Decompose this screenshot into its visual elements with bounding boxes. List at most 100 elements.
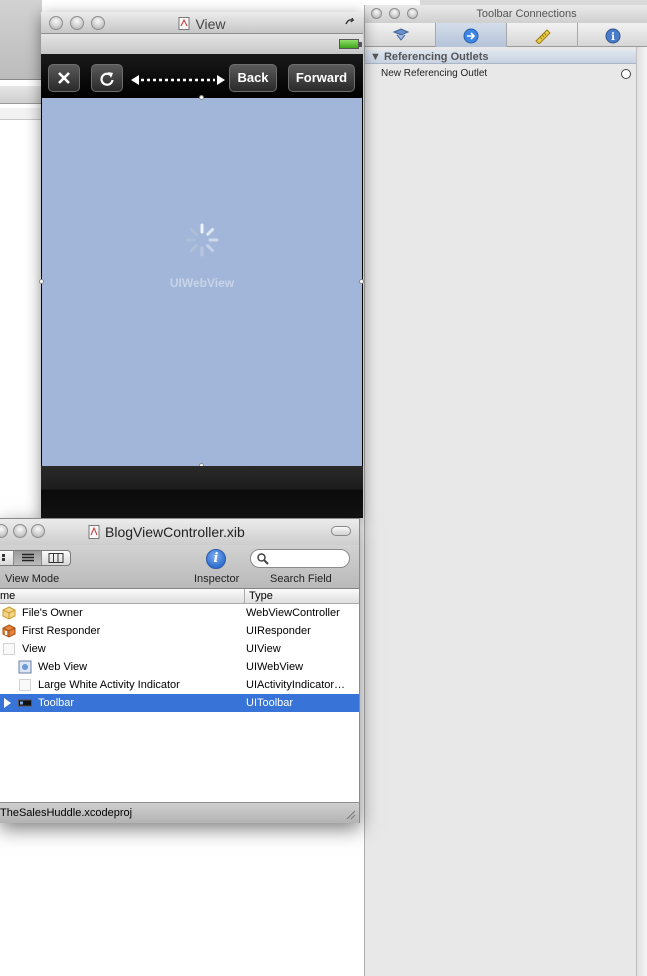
row-type: WebViewController	[246, 607, 340, 619]
stop-button[interactable]	[48, 64, 80, 92]
column-header-name[interactable]: me	[0, 590, 15, 602]
table-row[interactable]: First Responder UIResponder	[0, 622, 359, 640]
xib-status-bar: TheSalesHuddle.xcodeproj	[0, 802, 359, 823]
search-field-label: Search Field	[270, 573, 332, 585]
minimize-button[interactable]	[389, 8, 400, 19]
webview-icon	[18, 660, 32, 674]
inspector-tabs: i	[365, 23, 647, 47]
search-input[interactable]	[250, 549, 350, 568]
table-row-selected[interactable]: Toolbar UIToolbar	[0, 694, 359, 712]
size-icon	[535, 29, 551, 44]
view-mode-label: View Mode	[5, 573, 60, 585]
close-button[interactable]	[371, 8, 382, 19]
back-button[interactable]: Back	[229, 64, 277, 92]
activity-indicator-icon	[185, 223, 219, 257]
icon-view-icon	[2, 554, 5, 561]
activity-indicator-icon	[19, 679, 31, 691]
list-view-icon	[22, 553, 34, 562]
attributes-icon	[392, 28, 410, 41]
forward-button[interactable]: Forward	[288, 64, 355, 92]
background-window-toolbar	[0, 0, 42, 80]
rotate-icon[interactable]	[345, 18, 355, 26]
inspector-titlebar[interactable]: Toolbar Connections	[365, 5, 647, 23]
connections-inspector: Toolbar Connections i ▼ Referencing Outl…	[364, 5, 647, 976]
connections-icon	[463, 28, 479, 44]
refresh-icon	[100, 72, 114, 86]
xib-toolbar: View Mode i Inspector Search Field	[0, 545, 359, 589]
close-button[interactable]	[0, 524, 8, 538]
battery-icon	[339, 39, 362, 49]
objects-table: File's Owner WebViewController First Res…	[0, 604, 359, 802]
xib-titlebar[interactable]: BlogViewController.xib	[0, 519, 359, 545]
view-mode-segmented-control[interactable]	[0, 550, 71, 566]
svg-text:i: i	[611, 32, 615, 43]
resize-handle[interactable]	[199, 95, 204, 100]
window-title-text: View	[195, 16, 226, 32]
tab-attributes[interactable]	[365, 23, 436, 47]
outlet-label: New Referencing Outlet	[381, 68, 488, 79]
inspector-title: Toolbar Connections	[476, 8, 577, 20]
view-window-title: View	[41, 16, 363, 32]
table-row[interactable]: Web View UIWebView	[0, 658, 359, 676]
xib-window-title: BlogViewController.xib	[88, 524, 245, 540]
disclosure-triangle-icon[interactable]	[4, 698, 11, 708]
table-header: me Type	[0, 589, 359, 604]
row-name: Large White Activity Indicator	[38, 679, 180, 691]
view-icon	[3, 643, 15, 655]
referencing-outlets-section[interactable]: ▼ Referencing Outlets	[365, 50, 636, 64]
row-name: File's Owner	[22, 607, 83, 619]
xib-file-icon	[88, 525, 100, 539]
list-mode-segment[interactable]	[14, 551, 42, 565]
outlet-connect-circle[interactable]	[621, 69, 631, 79]
column-view-icon	[48, 553, 64, 563]
table-row[interactable]: Large White Activity Indicator UIActivit…	[0, 676, 359, 694]
icon-mode-segment[interactable]	[0, 551, 14, 565]
background-window-content	[0, 830, 365, 976]
search-icon	[257, 553, 269, 565]
row-type: UIView	[246, 643, 281, 655]
identity-icon: i	[605, 28, 621, 44]
view-titlebar[interactable]: View	[41, 12, 363, 34]
row-name: Toolbar	[38, 697, 75, 709]
bottom-bar	[41, 466, 363, 518]
ui-toolbar[interactable]: Back Forward	[41, 54, 363, 98]
flexible-space-icon	[131, 75, 225, 85]
row-type: UIToolbar	[246, 697, 294, 709]
info-icon: i	[213, 551, 219, 566]
section-title: Referencing Outlets	[383, 51, 489, 63]
cube-icon	[2, 606, 16, 620]
tab-identity[interactable]: i	[578, 23, 647, 47]
column-divider[interactable]	[244, 589, 245, 604]
table-row[interactable]: View UIView	[0, 640, 359, 658]
background-window-row	[0, 108, 42, 120]
table-row[interactable]: File's Owner WebViewController	[0, 604, 359, 622]
ui-web-view[interactable]: UIWebView	[39, 95, 364, 468]
webview-placeholder-label: UIWebView	[169, 276, 235, 290]
simulated-status-bar	[41, 34, 363, 54]
row-type: UIActivityIndicator…	[246, 679, 346, 691]
toolbar-toggle-button[interactable]	[331, 526, 351, 536]
new-referencing-outlet-row: New Referencing Outlet	[381, 68, 631, 82]
row-name: First Responder	[22, 625, 101, 637]
minimize-button[interactable]	[13, 524, 27, 538]
tab-size[interactable]	[507, 23, 578, 47]
row-name: Web View	[38, 661, 88, 673]
zoom-button[interactable]	[31, 524, 45, 538]
resize-grip-icon[interactable]	[345, 809, 356, 820]
toolbar-icon	[18, 699, 32, 707]
project-name: TheSalesHuddle.xcodeproj	[0, 807, 133, 819]
xib-title-text: BlogViewController.xib	[105, 524, 245, 540]
row-type: UIWebView	[246, 661, 304, 673]
background-window-header	[0, 86, 42, 104]
inspector-label: Inspector	[194, 573, 240, 585]
column-header-type[interactable]: Type	[249, 590, 273, 602]
tab-connections[interactable]	[436, 23, 507, 47]
document-icon	[178, 17, 190, 30]
close-icon	[58, 72, 70, 84]
column-mode-segment[interactable]	[42, 551, 70, 565]
xib-document-window: BlogViewController.xib View Mode i Inspe…	[0, 518, 360, 823]
inspector-button[interactable]: i	[206, 549, 226, 569]
reload-button[interactable]	[91, 64, 123, 92]
inspector-scrollbar[interactable]	[636, 47, 647, 976]
responder-cube-icon	[2, 624, 16, 638]
